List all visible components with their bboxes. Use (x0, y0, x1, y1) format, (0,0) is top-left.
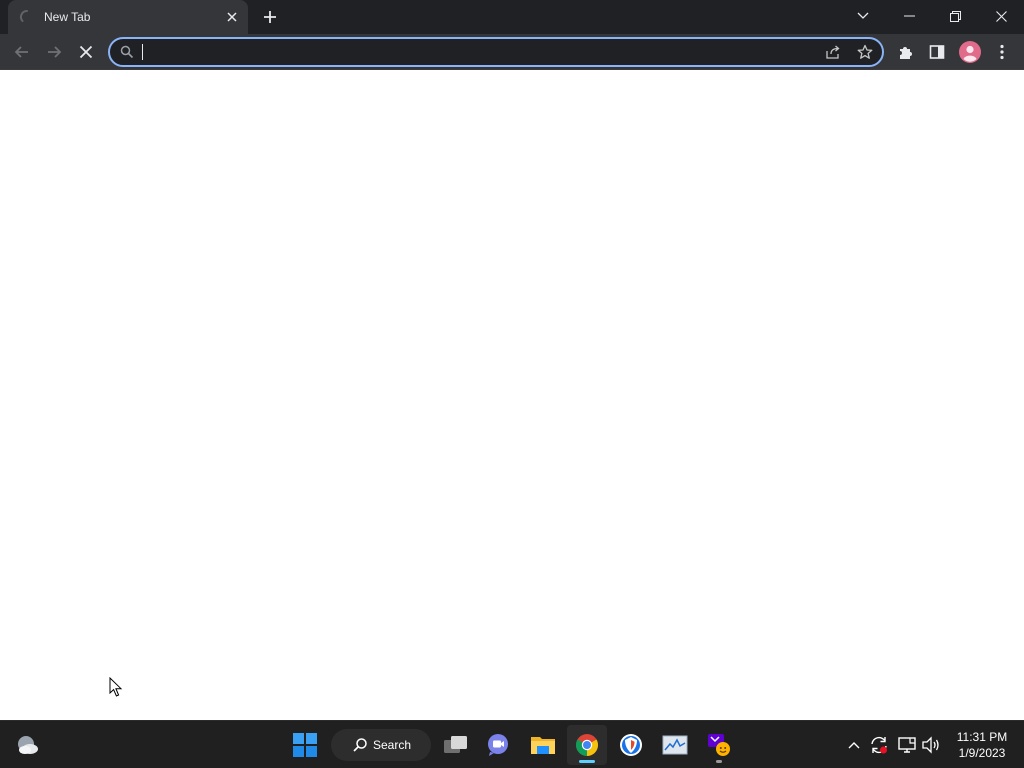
shield-icon (620, 734, 642, 756)
puzzle-icon (900, 47, 912, 59)
tab-strip: New Tab (0, 0, 1024, 34)
performance-monitor-button[interactable] (655, 725, 695, 765)
folder-icon (531, 737, 555, 754)
system-clock[interactable]: 11:31 PM 1/9/2023 (950, 729, 1014, 763)
restore-button[interactable] (932, 0, 978, 32)
avatar-icon (959, 41, 981, 63)
x-icon (79, 45, 93, 59)
close-icon (995, 10, 1007, 22)
taskbar-search[interactable]: Search (331, 729, 431, 761)
side-panel-button[interactable] (923, 38, 951, 66)
sync-status-icon[interactable] (868, 734, 890, 756)
chart-window-icon (662, 735, 688, 755)
task-view-button[interactable] (436, 725, 476, 765)
chat-icon (488, 734, 508, 756)
search-icon (120, 45, 134, 59)
back-button[interactable] (8, 38, 36, 66)
browser-toolbar (0, 34, 1024, 70)
forward-button[interactable] (40, 38, 68, 66)
stop-loading-button[interactable] (72, 38, 100, 66)
task-view-icon (444, 736, 467, 753)
chevron-up-icon (848, 742, 860, 749)
close-window-button[interactable] (978, 0, 1024, 32)
tab-search-button[interactable] (840, 0, 886, 32)
weather-widget[interactable] (8, 725, 48, 765)
taskbar: Search 11:31 PM 1/9/2023 (0, 720, 1024, 768)
network-icon[interactable] (896, 734, 918, 756)
clock-time: 11:31 PM (956, 730, 1008, 744)
new-tab-button[interactable] (258, 5, 282, 29)
restore-icon (949, 10, 961, 22)
brave-button[interactable] (611, 725, 651, 765)
weather-icon (18, 736, 38, 754)
close-icon[interactable] (222, 7, 242, 27)
browser-tab[interactable]: New Tab (8, 0, 248, 34)
active-app-indicator (579, 760, 595, 763)
side-panel-icon (929, 45, 945, 59)
file-explorer-button[interactable] (523, 725, 563, 765)
yahoo-mail-button[interactable] (699, 725, 739, 765)
page-content (0, 71, 1024, 720)
search-label: Search (373, 738, 412, 752)
extensions-button[interactable] (892, 38, 920, 66)
minimize-button[interactable] (886, 0, 932, 32)
plus-icon (264, 11, 276, 23)
arrow-right-icon (48, 46, 62, 58)
browser-menu-button[interactable] (988, 38, 1016, 66)
running-app-indicator (716, 760, 722, 763)
volume-icon[interactable] (920, 734, 942, 756)
star-icon[interactable] (854, 41, 876, 63)
mail-icon (708, 734, 730, 756)
chrome-button[interactable] (567, 725, 607, 765)
share-icon[interactable] (822, 41, 844, 63)
show-hidden-icons-button[interactable] (843, 735, 865, 755)
text-caret (142, 44, 143, 60)
address-input[interactable] (140, 41, 800, 63)
search-icon (352, 737, 368, 753)
chrome-icon (576, 734, 598, 756)
clock-date: 1/9/2023 (958, 746, 1006, 760)
loading-spinner-icon (19, 9, 35, 25)
start-button[interactable] (285, 725, 325, 765)
address-bar[interactable] (108, 37, 884, 67)
teams-chat-button[interactable] (479, 725, 519, 765)
mouse-cursor-icon (109, 676, 123, 697)
arrow-left-icon (14, 46, 28, 58)
minimize-icon (903, 15, 915, 17)
windows-logo-icon (293, 733, 317, 757)
chevron-down-icon (857, 12, 869, 19)
profile-button[interactable] (956, 38, 984, 66)
kebab-menu-icon (1000, 44, 1004, 60)
tab-title: New Tab (44, 10, 91, 24)
